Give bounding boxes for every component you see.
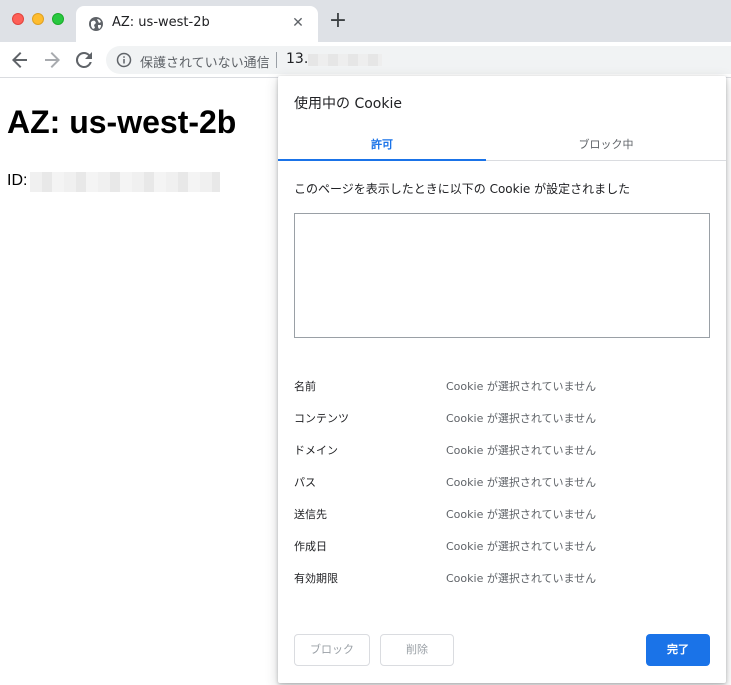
cookies-dialog: 使用中の Cookie 許可 ブロック中 このページを表示したときに以下の Co… [278, 76, 726, 683]
detail-row-created: 作成日 Cookie が選択されていません [294, 536, 710, 556]
detail-label: 有効期限 [294, 572, 338, 585]
tab-close-icon[interactable]: ✕ [290, 15, 306, 31]
dialog-description: このページを表示したときに以下の Cookie が設定されました [294, 182, 631, 196]
security-status-label[interactable]: 保護されていない通信 [140, 52, 270, 71]
done-button[interactable]: 完了 [646, 634, 710, 666]
forward-arrow-icon[interactable] [40, 48, 64, 72]
zoom-window-button[interactable] [52, 13, 64, 25]
back-arrow-icon[interactable] [8, 48, 32, 72]
info-icon[interactable] [116, 52, 132, 68]
globe-icon [89, 17, 103, 31]
omnibox-separator [276, 52, 277, 68]
tab-strip: AZ: us-west-2b ✕ + [0, 0, 731, 42]
tab-allowed[interactable]: 許可 [278, 132, 486, 161]
close-window-button[interactable] [12, 13, 24, 25]
id-redacted [30, 172, 220, 192]
detail-value: Cookie が選択されていません [446, 508, 597, 521]
detail-label: コンテンツ [294, 412, 349, 425]
detail-label: 名前 [294, 380, 316, 393]
dialog-title: 使用中の Cookie [294, 96, 402, 112]
url-redacted [308, 54, 382, 66]
new-tab-button[interactable]: + [326, 10, 350, 34]
detail-label: パス [294, 476, 316, 489]
tab-blocked[interactable]: ブロック中 [502, 132, 710, 161]
tab-title: AZ: us-west-2b [112, 15, 210, 30]
detail-value: Cookie が選択されていません [446, 412, 597, 425]
detail-row-domain: ドメイン Cookie が選択されていません [294, 440, 710, 460]
page-heading: AZ: us-west-2b [7, 104, 237, 140]
omnibox[interactable]: 保護されていない通信 13. [106, 46, 731, 74]
detail-value: Cookie が選択されていません [446, 380, 597, 393]
minimize-window-button[interactable] [32, 13, 44, 25]
reload-icon[interactable] [72, 48, 96, 72]
dialog-tabs: 許可 ブロック中 [278, 132, 726, 161]
block-button[interactable]: ブロック [294, 634, 370, 666]
detail-value: Cookie が選択されていません [446, 444, 597, 457]
delete-button[interactable]: 削除 [380, 634, 454, 666]
detail-label: 作成日 [294, 540, 327, 553]
detail-label: ドメイン [294, 444, 338, 457]
url-text[interactable]: 13. [286, 51, 308, 67]
detail-value: Cookie が選択されていません [446, 572, 597, 585]
browser-toolbar: 保護されていない通信 13. [0, 42, 731, 78]
detail-row-path: パス Cookie が選択されていません [294, 472, 710, 492]
cookie-tree-view[interactable] [294, 213, 710, 338]
id-label: ID: [7, 172, 28, 189]
detail-row-name: 名前 Cookie が選択されていません [294, 376, 710, 396]
detail-value: Cookie が選択されていません [446, 540, 597, 553]
detail-label: 送信先 [294, 508, 327, 521]
detail-row-content: コンテンツ Cookie が選択されていません [294, 408, 710, 428]
detail-row-expires: 有効期限 Cookie が選択されていません [294, 568, 710, 588]
browser-tab[interactable]: AZ: us-west-2b ✕ [76, 6, 318, 42]
detail-value: Cookie が選択されていません [446, 476, 597, 489]
detail-row-send-for: 送信先 Cookie が選択されていません [294, 504, 710, 524]
